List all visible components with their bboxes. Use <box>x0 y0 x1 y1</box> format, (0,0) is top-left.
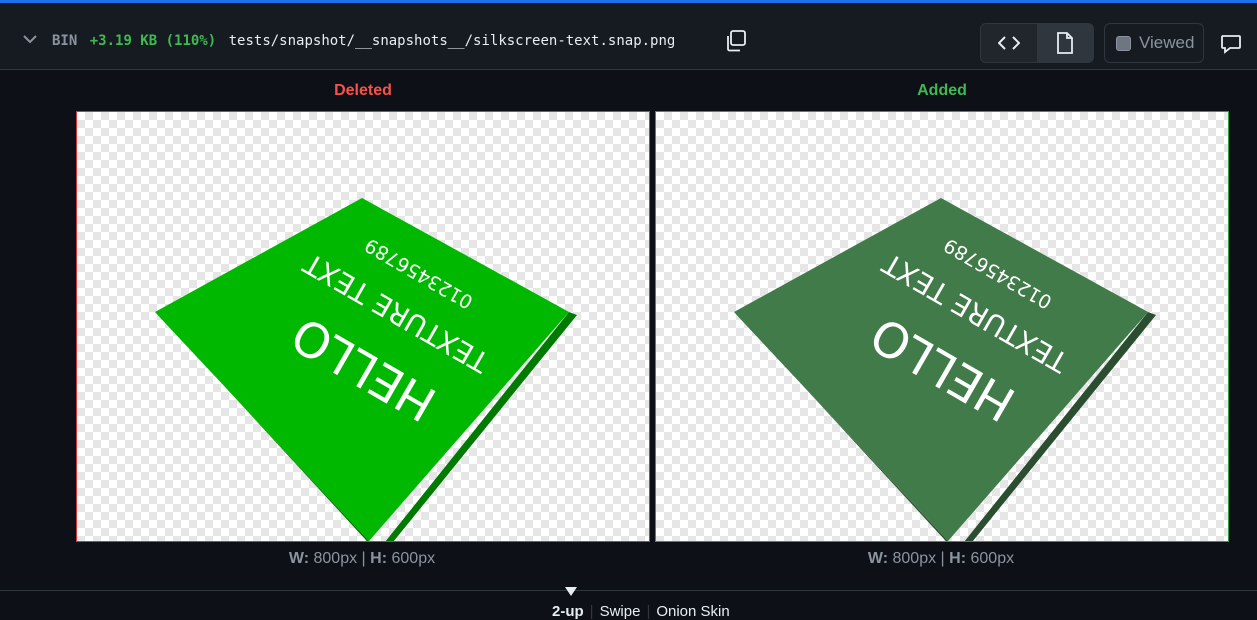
tab-onion-skin[interactable]: Onion Skin <box>650 603 735 620</box>
file-path[interactable]: tests/snapshot/__snapshots__/silkscreen-… <box>229 33 676 49</box>
file-icon <box>1057 32 1074 54</box>
deleted-image: HELLO TEXTURE TEXT 0123456789 <box>76 111 650 542</box>
rich-view-button[interactable] <box>1036 24 1093 62</box>
view-mode-tabs: 2-up | Swipe | Onion Skin <box>552 603 736 620</box>
height-value: 600px <box>391 550 436 567</box>
viewed-label: Viewed <box>1139 33 1195 52</box>
added-image: HELLO TEXTURE TEXT 0123456789 <box>655 111 1229 542</box>
width-value: 800px <box>892 550 937 567</box>
width-label: W: <box>867 550 889 567</box>
dims-separator: | <box>361 550 366 567</box>
deleted-dimensions: W: 800px | H: 600px <box>212 550 512 568</box>
view-mode-divider <box>0 590 1257 591</box>
deleted-board-render: HELLO TEXTURE TEXT 0123456789 <box>155 198 577 541</box>
file-header: BIN +3.19 KB (110%) tests/snapshot/__sna… <box>0 3 1257 70</box>
file-type-label: BIN <box>52 33 78 49</box>
added-board-render: HELLO TEXTURE TEXT 0123456789 <box>734 198 1156 541</box>
tab-swipe[interactable]: Swipe <box>594 603 647 620</box>
height-label: H: <box>370 550 388 567</box>
width-value: 800px <box>313 550 358 567</box>
added-label: Added <box>917 82 967 99</box>
height-label: H: <box>949 550 967 567</box>
active-mode-marker <box>565 587 577 596</box>
file-info: BIN +3.19 KB (110%) tests/snapshot/__sna… <box>52 33 675 49</box>
code-icon <box>997 36 1020 50</box>
tab-2-up[interactable]: 2-up <box>552 603 590 620</box>
chevron-down-icon[interactable] <box>20 29 40 49</box>
dims-separator: | <box>940 550 945 567</box>
copy-icon[interactable] <box>724 29 748 53</box>
deleted-label: Deleted <box>334 82 392 99</box>
source-view-button[interactable] <box>981 24 1037 62</box>
width-label: W: <box>288 550 310 567</box>
viewed-checkbox[interactable] <box>1116 35 1131 51</box>
height-value: 600px <box>970 550 1015 567</box>
viewed-toggle[interactable]: Viewed <box>1104 23 1204 63</box>
size-change: +3.19 KB (110%) <box>89 33 217 49</box>
comment-icon[interactable] <box>1220 33 1242 55</box>
added-dimensions: W: 800px | H: 600px <box>791 550 1091 568</box>
view-toggle <box>980 23 1094 63</box>
